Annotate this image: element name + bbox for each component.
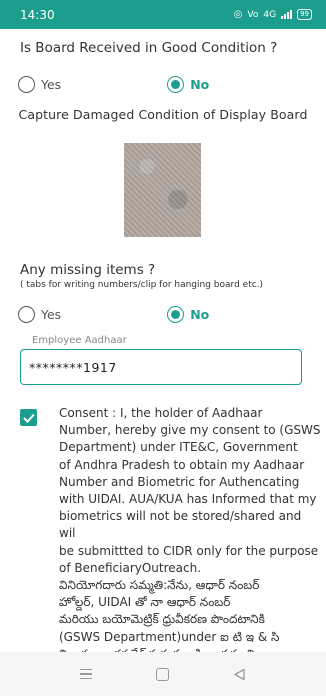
radio-unchecked-icon: [18, 306, 35, 323]
missing-items-hint: ( tabs for writing numbers/clip for hang…: [20, 280, 264, 290]
radio-label: No: [190, 77, 210, 92]
consent-checkbox[interactable]: [20, 409, 37, 426]
location-icon: ◎: [233, 9, 243, 20]
wifi-data-icon: 4G: [263, 9, 277, 20]
radio-label: Yes: [41, 77, 62, 92]
battery-icon: 99: [297, 9, 312, 20]
missing-items-question: Any missing items ?: [20, 262, 156, 278]
back-icon[interactable]: [233, 668, 246, 681]
board-condition-question: Is Board Received in Good Condition ?: [20, 40, 278, 56]
status-time: 14:30: [20, 7, 55, 22]
damaged-board-photo[interactable]: [124, 143, 201, 237]
board-condition-yes-radio[interactable]: Yes: [18, 76, 61, 93]
status-bar: 14:30 ◎ Vo 4G 99: [0, 0, 326, 29]
menu-icon[interactable]: [80, 669, 92, 679]
capture-damage-label: Capture Damaged Condition of Display Boa…: [18, 107, 308, 122]
radio-label: Yes: [41, 307, 62, 322]
check-icon: [22, 413, 35, 423]
missing-items-no-radio[interactable]: No: [167, 306, 209, 323]
board-condition-no-radio[interactable]: No: [167, 76, 209, 93]
home-icon[interactable]: [156, 667, 169, 681]
radio-label: No: [190, 307, 210, 322]
status-icons: ◎ Vo 4G 99: [234, 9, 312, 20]
missing-items-yes-radio[interactable]: Yes: [18, 306, 61, 323]
consent-text: Consent : I, the holder of Aadhaar Numbe…: [59, 406, 321, 652]
volte-icon: Vo: [247, 9, 259, 20]
system-nav-bar: [0, 652, 326, 696]
employee-aadhaar-label: Employee Aadhaar: [32, 335, 127, 346]
radio-checked-icon: [167, 76, 185, 93]
missing-items-options: Yes No: [18, 306, 209, 323]
board-condition-options: Yes No: [18, 76, 209, 93]
radio-unchecked-icon: [18, 76, 35, 93]
employee-aadhaar-input[interactable]: ********1917: [20, 349, 302, 385]
form-content[interactable]: Is Board Received in Good Condition ? Ye…: [0, 29, 326, 652]
signal-icon: [281, 10, 293, 19]
radio-checked-icon: [167, 306, 185, 323]
